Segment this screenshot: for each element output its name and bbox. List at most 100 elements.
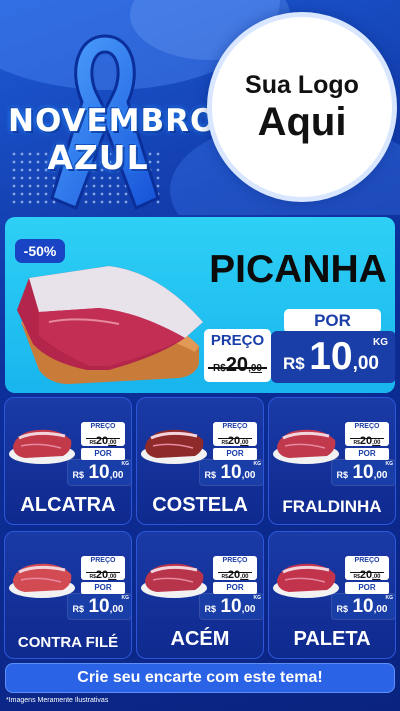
- unit-label: KG: [121, 461, 130, 467]
- old-price-int: 20: [227, 435, 241, 447]
- price-dec: ,00: [241, 470, 256, 481]
- unit-label: KG: [385, 461, 394, 467]
- price-dec: ,00: [109, 604, 124, 615]
- price-dec: ,00: [241, 604, 256, 615]
- strikethrough-line: [350, 438, 384, 439]
- preco-label: PREÇO: [354, 557, 380, 564]
- new-price-box: R$ 10,00 KG: [200, 460, 263, 485]
- campaign-line-1: NOVEMBRO: [8, 103, 218, 139]
- new-price-box: R$ 10,00 KG: [271, 331, 395, 383]
- strikethrough-line: [350, 572, 384, 573]
- logo-text-line-2: Aqui: [257, 100, 347, 144]
- logo-placeholder: Sua Logo Aqui: [207, 12, 397, 202]
- old-price: R$20,00: [204, 354, 271, 377]
- old-price: R$20,00: [81, 565, 125, 583]
- new-price: R$ 10,00: [200, 596, 260, 618]
- unit-label: KG: [253, 595, 262, 601]
- meat-image: [273, 563, 339, 598]
- old-price-box: PREÇO R$20,00: [204, 329, 271, 382]
- price-int: 10: [220, 462, 242, 483]
- unit-label: KG: [373, 337, 388, 348]
- new-price-box: R$ 10,00 KG: [68, 594, 131, 619]
- price-currency: R$: [72, 604, 84, 614]
- old-price: R$20,00: [345, 565, 389, 583]
- campaign-title: NOVEMBRO AZUL: [8, 103, 218, 177]
- product-card: PREÇO R$20,00 POR R$ 10,00 KG CONTRA FILÉ: [4, 531, 132, 659]
- old-price-box: PREÇO R$20,00: [213, 556, 257, 583]
- product-card: PREÇO R$20,00 POR R$ 10,00 KG ALCATRA: [4, 397, 132, 525]
- old-price: R$20,00: [81, 431, 125, 449]
- new-price: R$ 10,00: [68, 596, 128, 618]
- strikethrough-line: [86, 438, 120, 439]
- new-price: R$ 10,00: [200, 462, 260, 484]
- preco-label: PREÇO: [222, 557, 248, 564]
- old-price-dec: ,00: [372, 440, 381, 446]
- por-label: POR: [213, 582, 257, 594]
- new-price-box: R$ 10,00 KG: [200, 594, 263, 619]
- por-label: POR: [284, 309, 381, 333]
- product-name: PALETA: [293, 628, 371, 650]
- new-price-box: R$ 10,00 KG: [332, 460, 395, 485]
- old-price-dec: ,00: [108, 440, 117, 446]
- product-card: PREÇO R$20,00 POR R$ 10,00 KG FRALDINHA: [268, 397, 396, 525]
- price-currency: R$: [283, 354, 305, 373]
- price-currency: R$: [72, 470, 84, 480]
- new-price: R$ 10,00: [332, 596, 392, 618]
- old-price-int: 20: [225, 354, 249, 376]
- price-dec: ,00: [352, 353, 379, 374]
- cta-button[interactable]: Crie seu encarte com este tema!: [5, 663, 395, 693]
- picanha-meat-image: [17, 266, 203, 384]
- preco-label: PREÇO: [210, 332, 265, 349]
- discount-badge: -50%: [15, 239, 65, 263]
- featured-product: -50% PICANHA POR PREÇO R$20,00 R$ 10,00 …: [5, 217, 395, 393]
- product-card: PREÇO R$20,00 POR R$ 10,00 KG ACÉM: [136, 531, 264, 659]
- por-label: POR: [213, 448, 257, 460]
- old-price: R$20,00: [213, 565, 257, 583]
- old-price-dec: ,00: [108, 574, 117, 580]
- preco-label: PREÇO: [354, 423, 380, 430]
- disclaimer-text: *Imagens Meramente Ilustrativas: [6, 697, 109, 704]
- old-price-int: 20: [359, 435, 373, 447]
- product-name: ALCATRA: [20, 494, 116, 516]
- new-price-box: R$ 10,00 KG: [332, 594, 395, 619]
- por-label: POR: [345, 448, 389, 460]
- old-price-box: PREÇO R$20,00: [213, 422, 257, 449]
- por-label: POR: [345, 582, 389, 594]
- price-int: 10: [309, 335, 353, 378]
- meat-image: [273, 429, 339, 464]
- price-int: 10: [352, 596, 374, 617]
- new-price: R$ 10,00: [332, 462, 392, 484]
- price-int: 10: [352, 462, 374, 483]
- product-card: PREÇO R$20,00 POR R$ 10,00 KG PALETA: [268, 531, 396, 659]
- old-price-dec: ,00: [240, 574, 249, 580]
- strikethrough-line: [86, 572, 120, 573]
- price-currency: R$: [336, 470, 348, 480]
- product-name: FRALDINHA: [282, 497, 382, 516]
- meat-image: [9, 563, 75, 598]
- old-price-box: PREÇO R$20,00: [345, 556, 389, 583]
- unit-label: KG: [253, 461, 262, 467]
- featured-product-name: PICANHA: [209, 248, 387, 291]
- strikethrough-line: [218, 438, 252, 439]
- product-name: ACÉM: [170, 628, 230, 650]
- price-dec: ,00: [109, 470, 124, 481]
- old-price-int: 20: [359, 569, 373, 581]
- old-price-dec: ,00: [240, 440, 249, 446]
- old-price-dec: ,00: [372, 574, 381, 580]
- old-price-int: 20: [227, 569, 241, 581]
- old-price-box: PREÇO R$20,00: [81, 556, 125, 583]
- product-name: COSTELA: [152, 494, 248, 516]
- preco-label: PREÇO: [90, 557, 116, 564]
- price-int: 10: [88, 596, 110, 617]
- por-label: POR: [81, 448, 125, 460]
- campaign-line-2: AZUL: [47, 138, 149, 177]
- meat-image: [9, 429, 75, 464]
- price-currency: R$: [204, 470, 216, 480]
- price-int: 10: [88, 462, 110, 483]
- price-dec: ,00: [373, 604, 388, 615]
- old-price-int: 20: [95, 569, 109, 581]
- price-dec: ,00: [373, 470, 388, 481]
- logo-text-line-1: Sua Logo: [245, 71, 359, 99]
- price-currency: R$: [336, 604, 348, 614]
- old-price: R$20,00: [213, 431, 257, 449]
